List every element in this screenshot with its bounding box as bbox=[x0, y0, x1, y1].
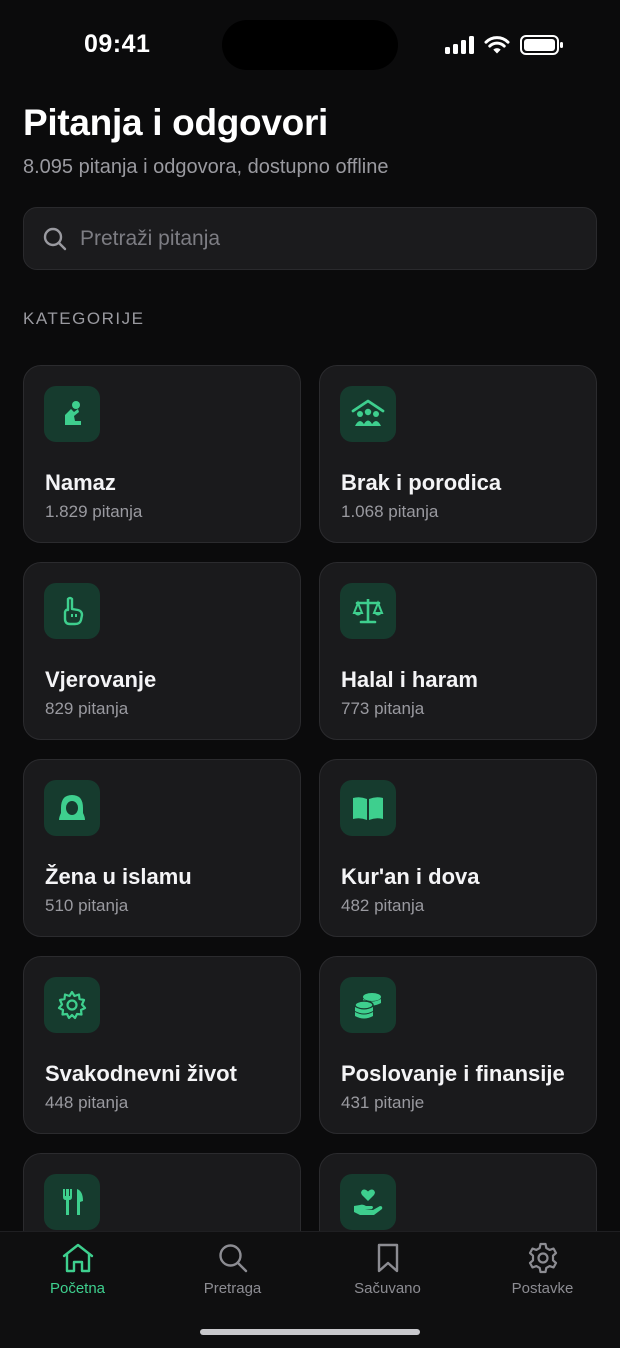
hijab-icon bbox=[44, 780, 100, 836]
home-indicator bbox=[200, 1329, 420, 1335]
dynamic-island bbox=[222, 20, 398, 70]
settings-icon bbox=[528, 1242, 557, 1274]
category-card-vjerovanje[interactable]: Vjerovanje 829 pitanja bbox=[23, 562, 301, 740]
category-name: Brak i porodica bbox=[341, 470, 502, 495]
category-name: Namaz bbox=[45, 470, 116, 495]
tab-label: Pretraga bbox=[203, 1280, 262, 1297]
category-count: 1.068 pitanja bbox=[341, 502, 439, 521]
charity-hand-icon bbox=[340, 1174, 396, 1230]
category-count: 482 pitanja bbox=[341, 896, 425, 915]
category-card-namaz[interactable]: Namaz 1.829 pitanja bbox=[23, 365, 301, 543]
category-name: Vjerovanje bbox=[45, 667, 157, 692]
tab-search[interactable]: Pretraga bbox=[155, 1242, 310, 1312]
status-bar: 09:41 bbox=[0, 0, 620, 90]
category-name: Svakodnevni život bbox=[45, 1061, 237, 1086]
category-card-brak-i-porodica[interactable]: Brak i porodica 1.068 pitanja bbox=[319, 365, 597, 543]
search-input[interactable] bbox=[80, 226, 560, 251]
tab-home[interactable]: Početna bbox=[0, 1242, 155, 1312]
category-card-svakodnevni-zivot[interactable]: Svakodnevni život 448 pitanja bbox=[23, 956, 301, 1134]
wifi-icon bbox=[484, 36, 510, 54]
home-icon bbox=[62, 1243, 93, 1273]
category-count: 1.829 pitanja bbox=[45, 502, 143, 521]
category-count: 829 pitanja bbox=[45, 699, 129, 718]
tab-saved[interactable]: Sačuvano bbox=[310, 1242, 465, 1312]
tab-label: Postavke bbox=[511, 1280, 574, 1297]
category-name: Žena u islamu bbox=[45, 864, 192, 889]
category-count: 510 pitanja bbox=[45, 896, 129, 915]
category-card-halal-i-haram[interactable]: Halal i haram 773 pitanja bbox=[319, 562, 597, 740]
category-count: 431 pitanje bbox=[341, 1093, 425, 1112]
coins-icon bbox=[340, 977, 396, 1033]
status-time: 09:41 bbox=[84, 30, 151, 58]
bookmark-icon bbox=[377, 1243, 398, 1273]
utensils-icon bbox=[44, 1174, 100, 1230]
scales-icon bbox=[340, 583, 396, 639]
tab-label: Početna bbox=[49, 1280, 106, 1297]
cellular-signal-icon bbox=[445, 36, 474, 54]
gear-icon bbox=[44, 977, 100, 1033]
category-card-kuran-i-dova[interactable]: Kur'an i dova 482 pitanja bbox=[319, 759, 597, 937]
status-icons bbox=[445, 34, 564, 56]
page-subtitle: 8.095 pitanja i odgovora, dostupno offli… bbox=[23, 156, 389, 178]
search-bar[interactable] bbox=[23, 207, 597, 270]
category-name: Kur'an i dova bbox=[341, 864, 480, 889]
category-count: 773 pitanja bbox=[341, 699, 425, 718]
category-name: Halal i haram bbox=[341, 667, 478, 692]
search-icon bbox=[218, 1244, 247, 1273]
family-icon bbox=[340, 386, 396, 442]
prayer-icon bbox=[44, 386, 100, 442]
category-card-poslovanje-i-finansije[interactable]: Poslovanje i finansije 431 pitanje bbox=[319, 956, 597, 1134]
category-card-zena-u-islamu[interactable]: Žena u islamu 510 pitanja bbox=[23, 759, 301, 937]
category-name: Poslovanje i finansije bbox=[341, 1061, 565, 1086]
tab-settings[interactable]: Postavke bbox=[465, 1242, 620, 1312]
raised-finger-icon bbox=[44, 583, 100, 639]
section-label-categories: KATEGORIJE bbox=[23, 309, 145, 328]
page-title: Pitanja i odgovori bbox=[23, 102, 329, 143]
book-icon bbox=[340, 780, 396, 836]
category-count: 448 pitanja bbox=[45, 1093, 129, 1112]
search-icon bbox=[43, 227, 67, 250]
battery-icon bbox=[520, 35, 563, 55]
tab-label: Sačuvano bbox=[354, 1280, 421, 1297]
